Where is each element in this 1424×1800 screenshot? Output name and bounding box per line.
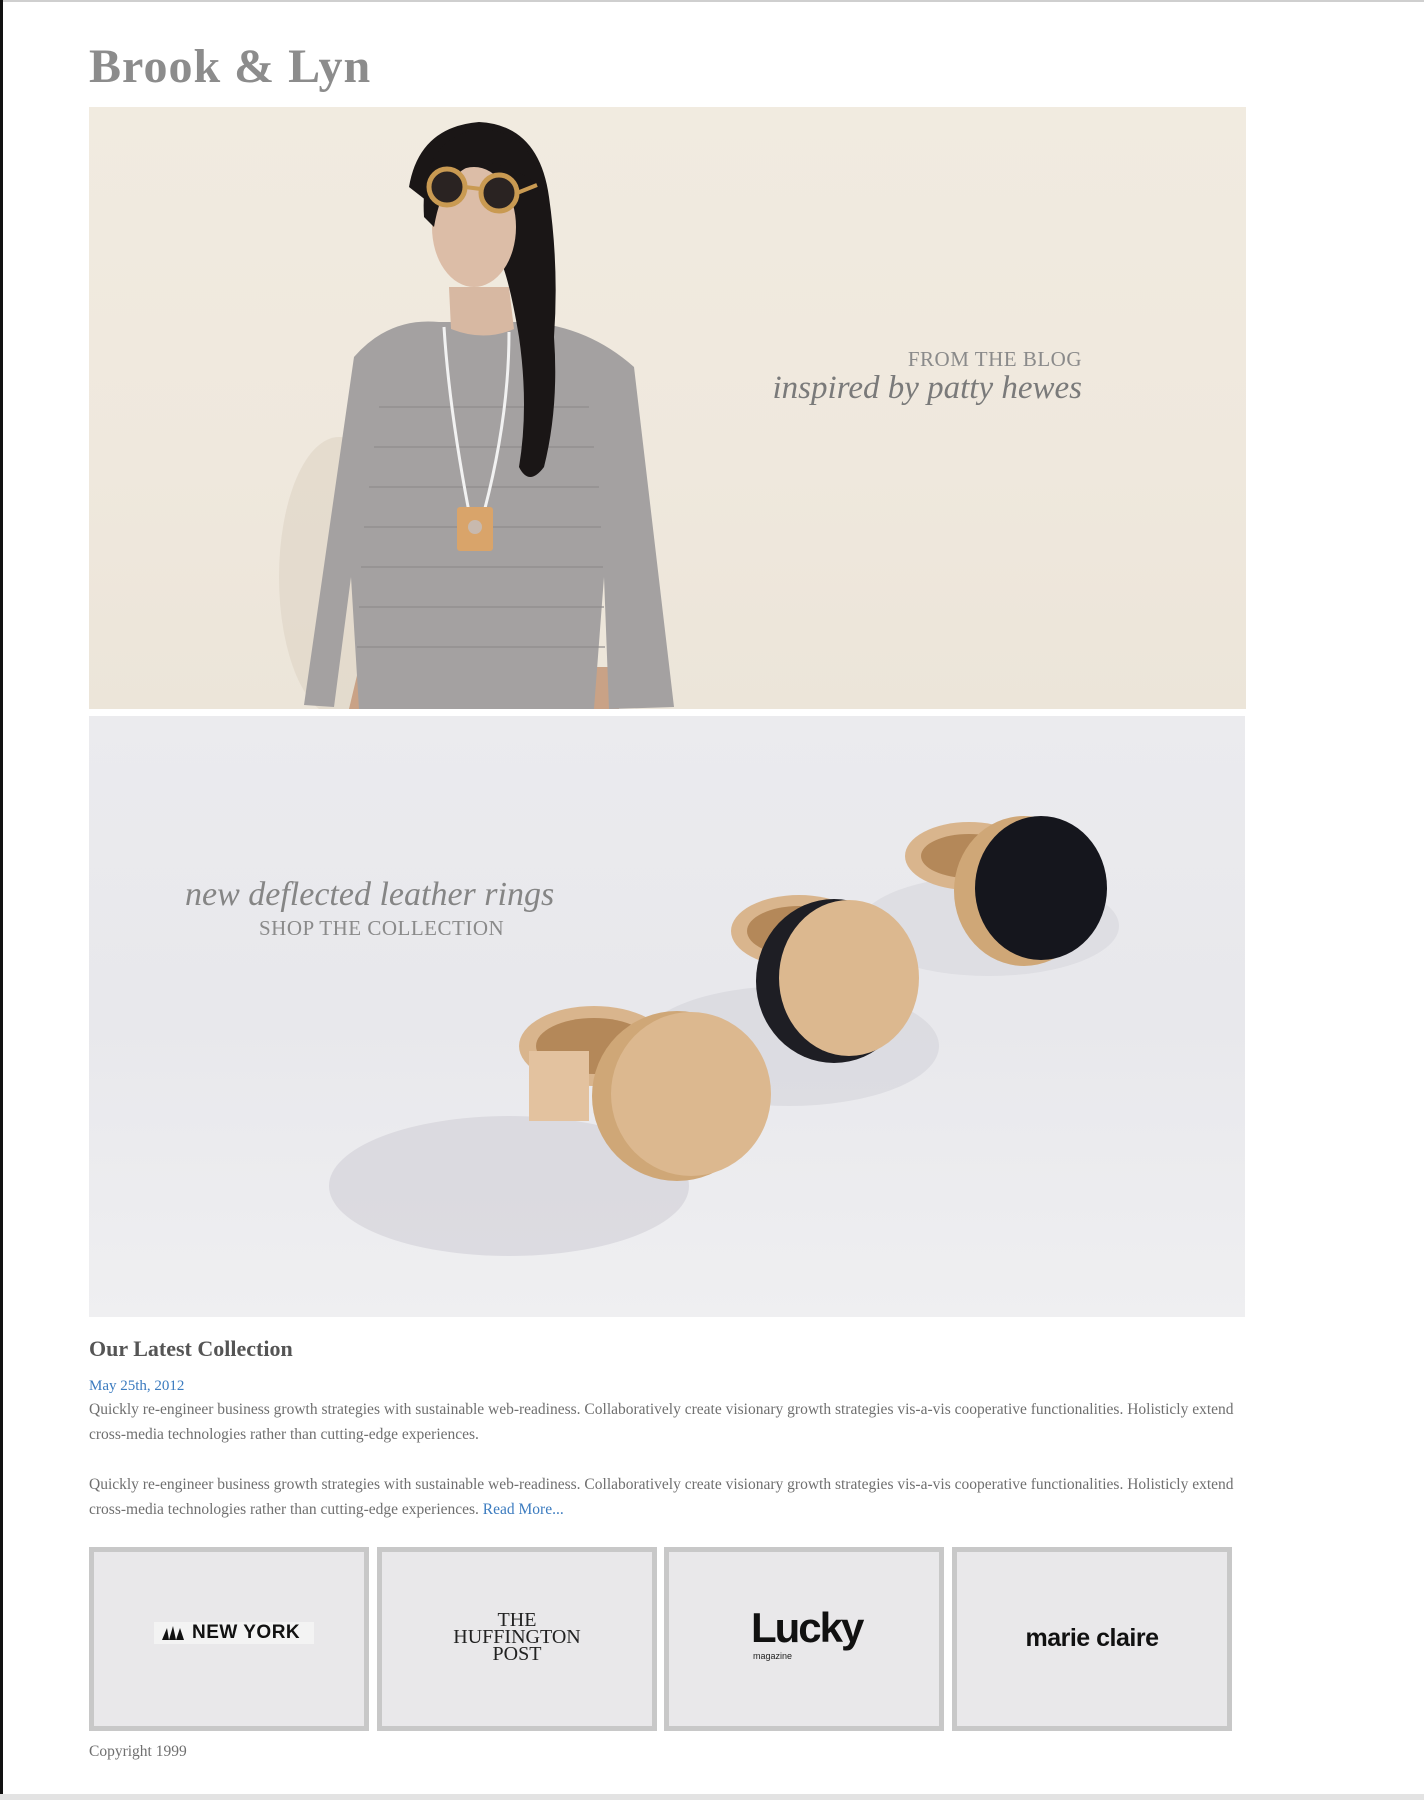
huffington-post-logo: THE HUFFINGTON POST [382, 1610, 652, 1665]
post-paragraph-2-text: Quickly re-engineer business growth stra… [89, 1476, 1234, 1518]
new-york-logo: NEW YORK [154, 1622, 314, 1644]
post-title[interactable]: Our Latest Collection [89, 1336, 293, 1362]
shop-collection-link[interactable]: SHOP THE COLLECTION [259, 916, 504, 941]
blog-kicker[interactable]: FROM THE BLOG [908, 347, 1082, 372]
press-logo-lucky[interactable]: Lucky magazine [664, 1547, 944, 1731]
lucky-logo: Lucky [751, 1604, 864, 1651]
leather-rings-photo [329, 816, 1119, 1256]
nbc-peacock-icon [162, 1626, 184, 1640]
lucky-logo-subtitle: magazine [753, 1651, 793, 1661]
post-paragraph-2: Quickly re-engineer business growth stra… [89, 1472, 1249, 1522]
press-logo-marie-claire[interactable]: marie claire [952, 1547, 1232, 1731]
new-york-logo-text: NEW YORK [192, 1622, 301, 1643]
top-border [0, 0, 1424, 2]
post-paragraph-1: Quickly re-engineer business growth stra… [89, 1401, 1234, 1443]
huff-line-3: POST [492, 1643, 542, 1665]
hero-blog-banner[interactable]: FROM THE BLOG inspired by patty hewes [89, 107, 1246, 709]
blog-tagline[interactable]: inspired by patty hewes [773, 370, 1082, 407]
copyright: Copyright 1999 [89, 1743, 187, 1760]
hero-shop-banner[interactable]: new deflected leather rings SHOP THE COL… [89, 716, 1245, 1317]
marie-claire-logo: marie claire [1025, 1624, 1160, 1652]
read-more-link[interactable]: Read More... [483, 1501, 564, 1518]
shop-tagline[interactable]: new deflected leather rings [185, 876, 554, 914]
press-logo-new-york[interactable]: NEW YORK [89, 1547, 369, 1731]
post-date: May 25th, 2012 [89, 1378, 185, 1394]
press-logo-huffington-post[interactable]: THE HUFFINGTON POST [377, 1547, 657, 1731]
model-photo [279, 122, 674, 709]
bottom-border [0, 1794, 1424, 1800]
site-logo[interactable]: Brook & Lyn [89, 36, 371, 98]
left-edge [0, 0, 3, 1800]
